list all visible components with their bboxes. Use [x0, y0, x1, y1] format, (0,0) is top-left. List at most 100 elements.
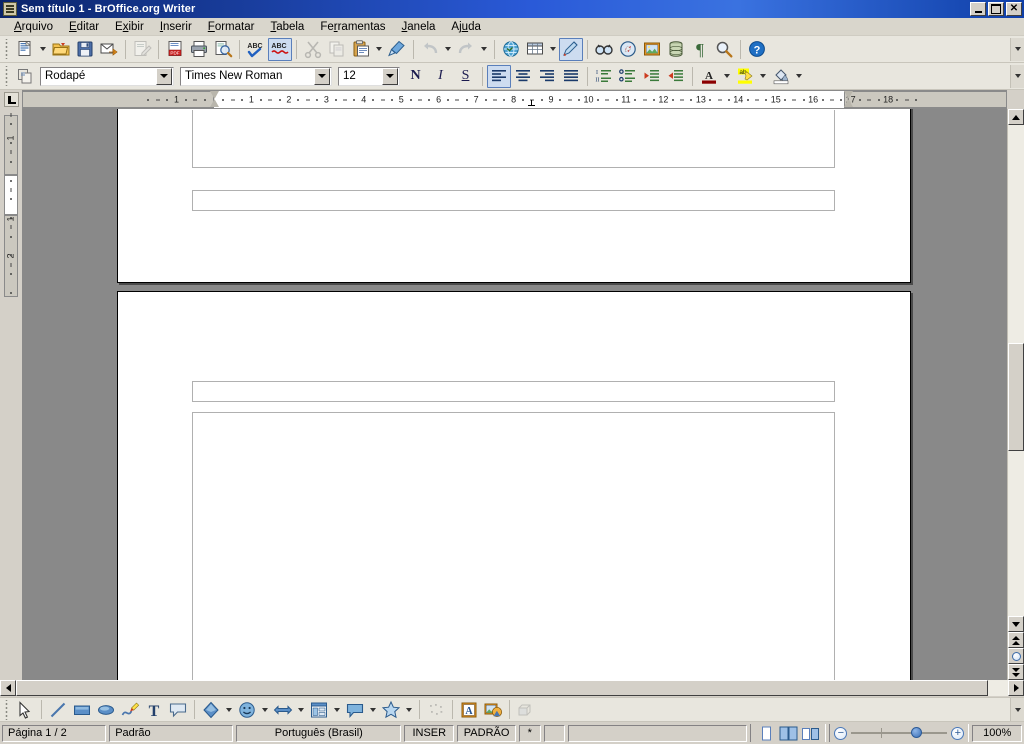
- formatting-toolbar-grip[interactable]: [3, 66, 10, 86]
- horizontal-ruler[interactable]: 1 1 2 3 4 5 6 7 8 9 10 11 12 13 14 15 16 17 18: [22, 90, 1007, 109]
- fontwork-icon[interactable]: A: [457, 698, 481, 721]
- undo-icon[interactable]: [418, 38, 442, 61]
- zoom-in-button[interactable]: +: [951, 726, 965, 740]
- block-arrows-icon[interactable]: [271, 698, 295, 721]
- menu-janela[interactable]: Janela: [394, 20, 444, 34]
- flowchart-icon[interactable]: [307, 698, 331, 721]
- previous-page-button[interactable]: [1008, 632, 1024, 648]
- stars-dropdown-icon[interactable]: [403, 698, 415, 721]
- spellcheck-icon[interactable]: ABC: [244, 38, 268, 61]
- new-document-dropdown-icon[interactable]: [37, 38, 49, 61]
- rectangle-icon[interactable]: [70, 698, 94, 721]
- find-replace-icon[interactable]: [592, 38, 616, 61]
- freeform-line-icon[interactable]: [118, 698, 142, 721]
- font-color-button[interactable]: A: [697, 65, 721, 88]
- unordered-list-button[interactable]: [616, 65, 640, 88]
- restore-button[interactable]: [988, 2, 1004, 16]
- ellipse-icon[interactable]: [94, 698, 118, 721]
- select-arrow-icon[interactable]: [13, 698, 37, 721]
- save-icon[interactable]: [73, 38, 97, 61]
- next-page-button[interactable]: [1008, 664, 1024, 680]
- basic-shapes-dropdown-icon[interactable]: [223, 698, 235, 721]
- increase-indent-button[interactable]: [664, 65, 688, 88]
- styles-and-formatting-icon[interactable]: [13, 65, 37, 88]
- drawbar-overflow-icon[interactable]: [1010, 698, 1024, 721]
- underline-button[interactable]: S: [453, 65, 478, 88]
- basic-shapes-icon[interactable]: [199, 698, 223, 721]
- scroll-left-button[interactable]: [0, 680, 16, 696]
- align-center-button[interactable]: [511, 65, 535, 88]
- italic-button[interactable]: I: [428, 65, 453, 88]
- gallery-icon[interactable]: [640, 38, 664, 61]
- page-2[interactable]: [117, 291, 911, 680]
- font-color-dropdown-icon[interactable]: [721, 65, 733, 88]
- drawing-toolbar-grip[interactable]: [3, 699, 10, 720]
- document-canvas[interactable]: [22, 109, 1007, 680]
- decrease-indent-button[interactable]: [640, 65, 664, 88]
- status-selection-mode[interactable]: PADRÃO: [457, 724, 517, 742]
- toolbar-grip[interactable]: [3, 39, 10, 59]
- menu-arquivo[interactable]: AArquivorquivo: [6, 20, 61, 34]
- scroll-right-button[interactable]: [1008, 680, 1024, 696]
- callout-icon[interactable]: [166, 698, 190, 721]
- highlighting-button[interactable]: ab: [733, 65, 757, 88]
- align-left-button[interactable]: [487, 64, 511, 88]
- callouts-icon[interactable]: [343, 698, 367, 721]
- font-size-combo[interactable]: 12: [338, 66, 400, 86]
- scroll-up-button[interactable]: [1008, 109, 1024, 125]
- export-pdf-icon[interactable]: PDF: [163, 38, 187, 61]
- navigator-icon[interactable]: [616, 38, 640, 61]
- multi-page-view-button[interactable]: [778, 725, 798, 742]
- tab-stop-selector[interactable]: [0, 90, 22, 109]
- data-sources-icon[interactable]: [664, 38, 688, 61]
- paragraph-style-combo[interactable]: Rodapé: [40, 66, 174, 86]
- insert-table-dropdown-icon[interactable]: [547, 38, 559, 61]
- status-zoom-level[interactable]: 100%: [972, 724, 1022, 742]
- zoom-track[interactable]: [851, 727, 948, 738]
- show-draw-functions-icon[interactable]: [559, 37, 583, 61]
- email-document-icon[interactable]: [97, 38, 121, 61]
- stars-icon[interactable]: [379, 698, 403, 721]
- menu-formatar[interactable]: Formatar: [200, 20, 263, 34]
- paste-dropdown-icon[interactable]: [373, 38, 385, 61]
- text-frame-1[interactable]: [192, 110, 835, 168]
- extrusion-icon[interactable]: [514, 698, 538, 721]
- text-frame-4[interactable]: [192, 412, 835, 680]
- scroll-down-button[interactable]: [1008, 616, 1024, 632]
- paste-icon[interactable]: [349, 38, 373, 61]
- minimize-button[interactable]: [970, 2, 986, 16]
- horizontal-scroll-thumb[interactable]: [16, 680, 988, 696]
- vertical-scroll-thumb[interactable]: [1008, 343, 1024, 451]
- align-justify-button[interactable]: [559, 65, 583, 88]
- print-preview-icon[interactable]: [211, 38, 235, 61]
- single-page-view-button[interactable]: [756, 725, 776, 742]
- print-icon[interactable]: [187, 38, 211, 61]
- points-icon[interactable]: [424, 698, 448, 721]
- insert-image-icon[interactable]: [481, 698, 505, 721]
- help-icon[interactable]: ?: [745, 38, 769, 61]
- menu-inserir[interactable]: Inserir: [152, 20, 200, 34]
- line-icon[interactable]: [46, 698, 70, 721]
- menu-editar[interactable]: Editar: [61, 20, 107, 34]
- callouts-dropdown-icon[interactable]: [367, 698, 379, 721]
- zoom-icon[interactable]: [712, 38, 736, 61]
- zoom-slider[interactable]: − +: [829, 724, 970, 742]
- text-frame-2[interactable]: [192, 190, 835, 211]
- open-folder-icon[interactable]: [49, 38, 73, 61]
- clone-formatting-icon[interactable]: [385, 38, 409, 61]
- toolbar-overflow-icon[interactable]: [1010, 37, 1024, 61]
- autospellcheck-icon[interactable]: ABC: [268, 37, 292, 61]
- font-size-dropdown-icon[interactable]: [382, 67, 398, 85]
- paragraph-style-dropdown-icon[interactable]: [156, 67, 172, 85]
- ordered-list-button[interactable]: I II: [592, 65, 616, 88]
- font-name-combo[interactable]: Times New Roman: [180, 66, 332, 86]
- status-insert-mode[interactable]: INSER: [404, 724, 455, 742]
- book-view-button[interactable]: [800, 725, 820, 742]
- hyperlink-icon[interactable]: [499, 38, 523, 61]
- status-info-field[interactable]: [567, 724, 748, 742]
- formatting-marks-icon[interactable]: ¶: [688, 38, 712, 61]
- font-name-dropdown-icon[interactable]: [314, 67, 330, 85]
- tab-stop-marker[interactable]: [528, 100, 535, 106]
- vertical-ruler[interactable]: 112: [0, 109, 22, 680]
- menu-ajuda[interactable]: Ajuda: [443, 20, 488, 34]
